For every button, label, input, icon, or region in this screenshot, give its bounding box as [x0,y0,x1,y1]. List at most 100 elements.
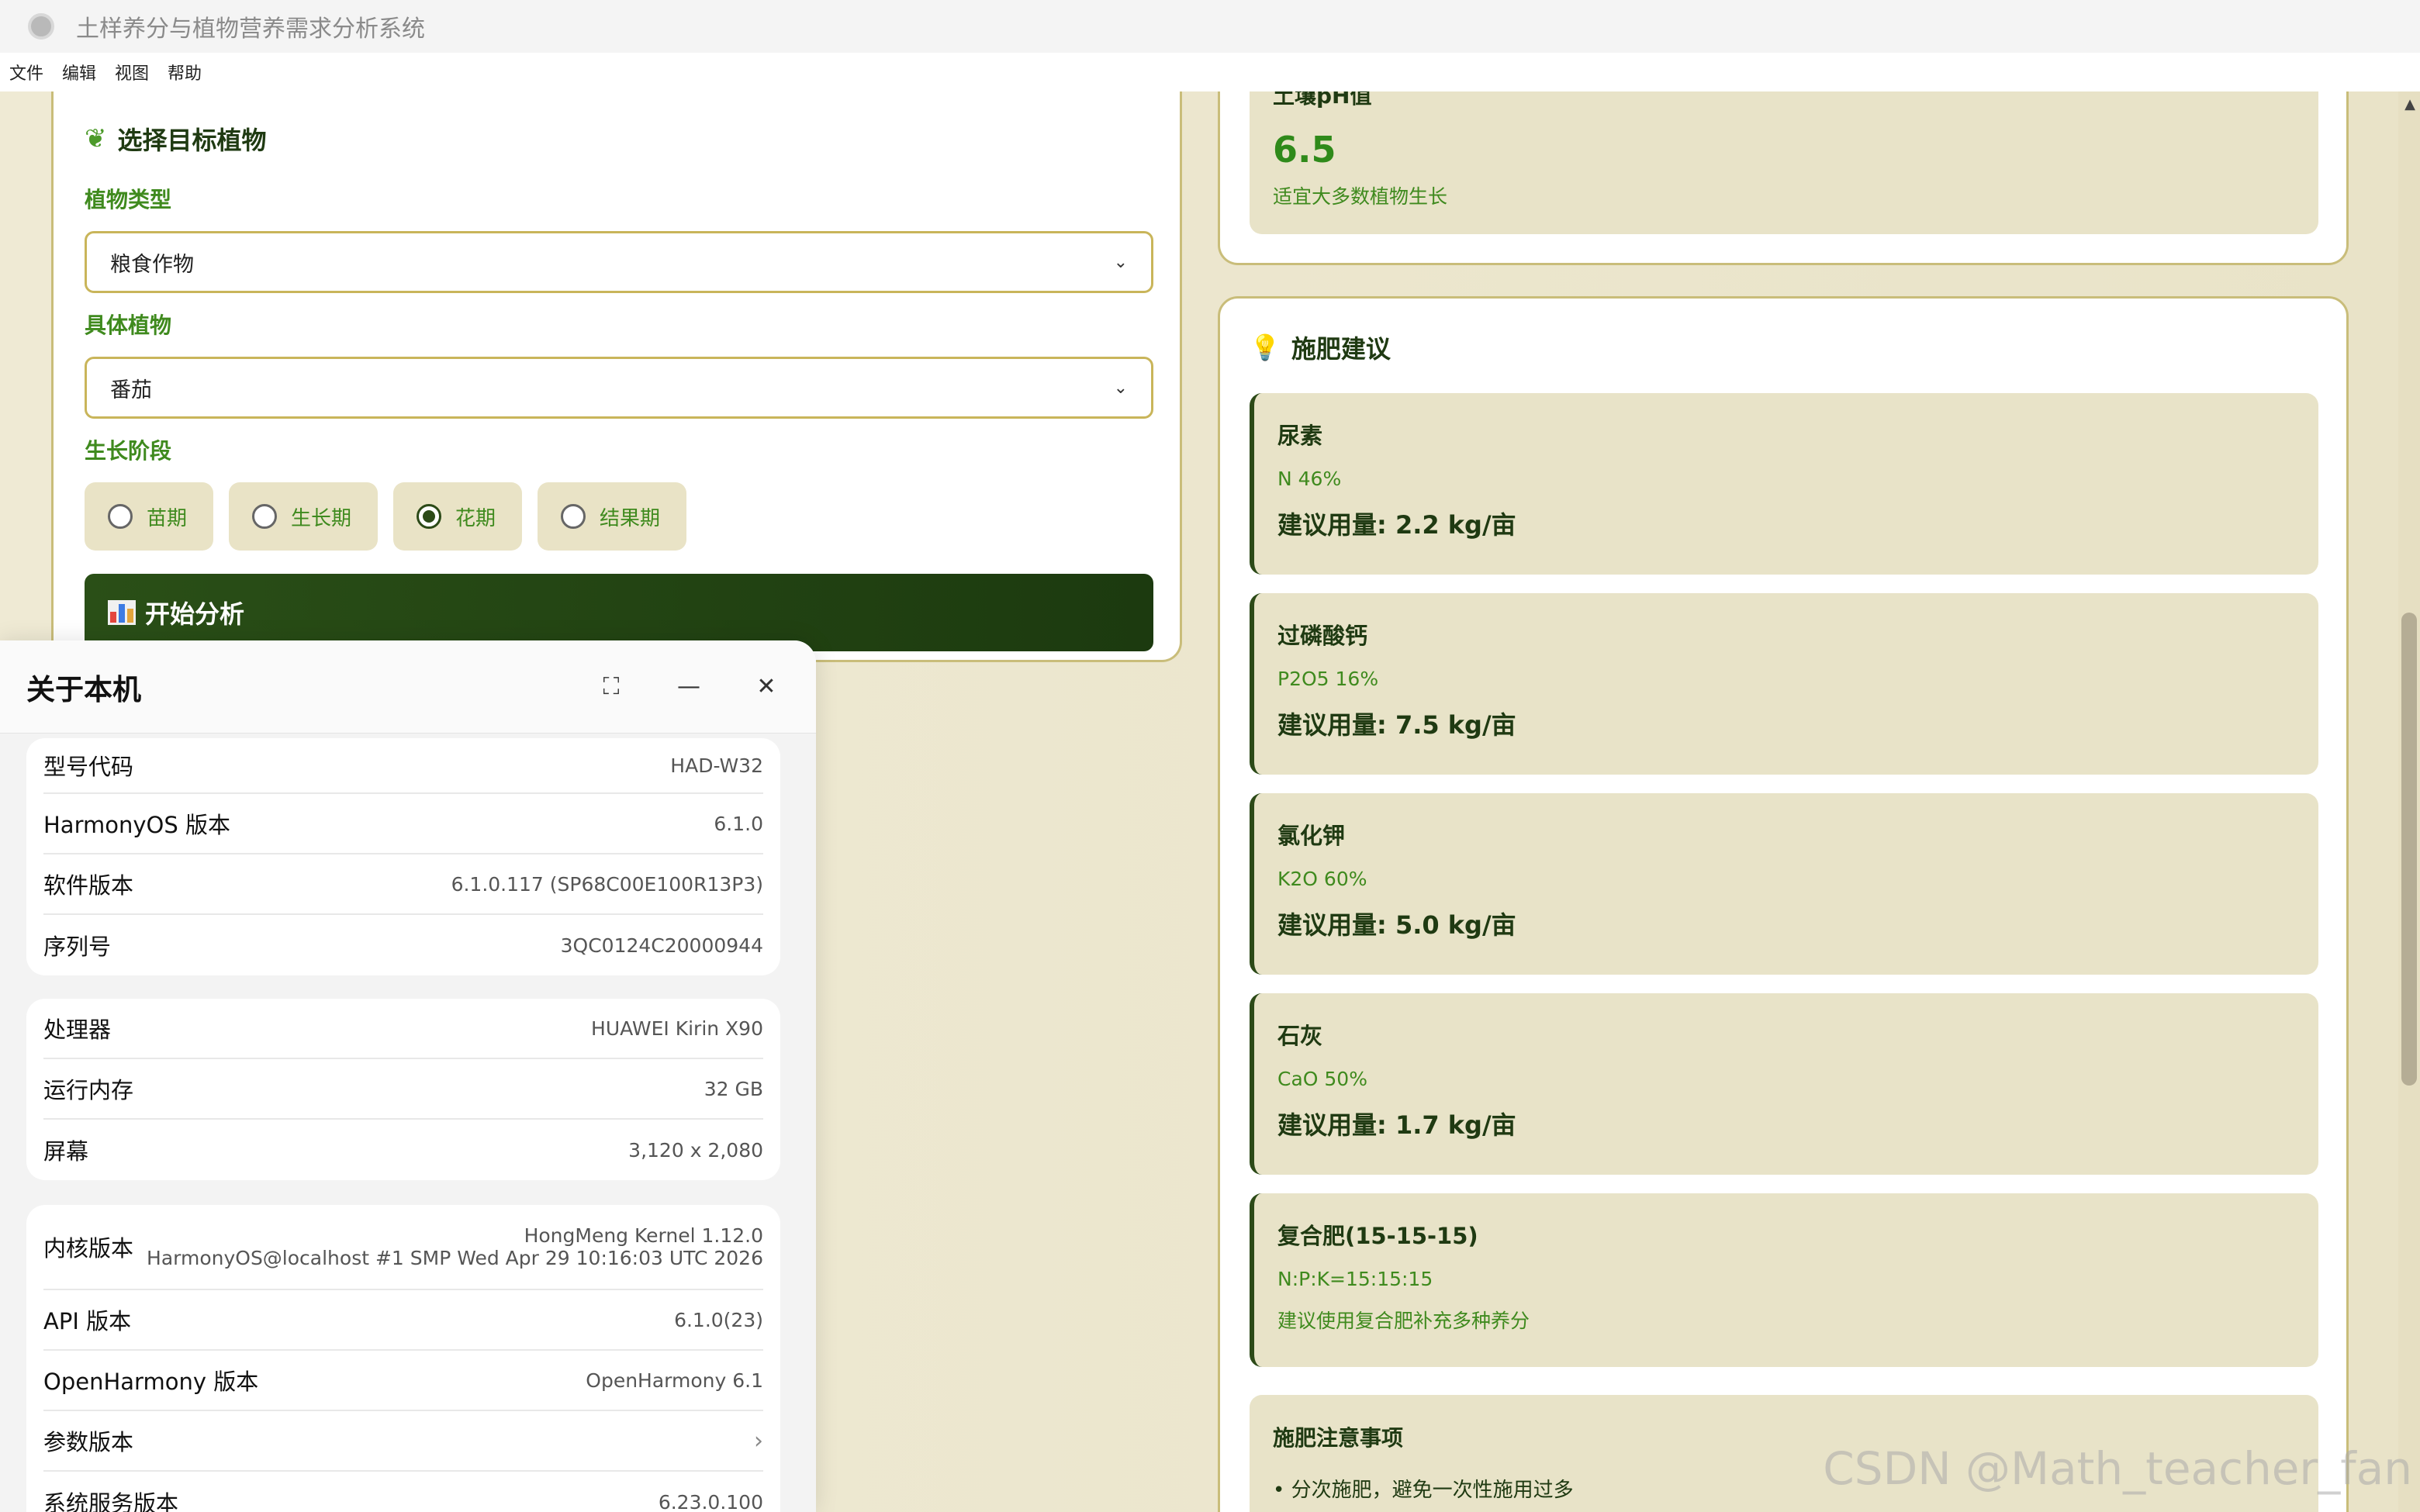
info-label: 内核版本 [43,1235,134,1262]
device-info-group-1: 型号代码 HAD-W32 HarmonyOS 版本 6.1.0 软件版本 6.1… [26,738,780,975]
kernel-version-line-1: HongMeng Kernel 1.12.0 [524,1224,763,1247]
info-row-openharmony-version: OpenHarmony 版本 OpenHarmony 6.1 [43,1351,763,1411]
fertilizer-amount: 建议用量: 7.5 kg/亩 [1277,710,1516,740]
about-dialog-title: 关于本机 [26,672,141,706]
menu-bar: 文件 编辑 视图 帮助 [0,53,2420,91]
menu-file[interactable]: 文件 [9,60,43,85]
info-label: HarmonyOS 版本 [43,812,230,838]
growth-stage-radio-group: 苗期 生长期 花期 结果期 [85,482,1149,551]
plant-selection-title: ❦ 选择目标植物 [85,121,1149,157]
start-analysis-button[interactable]: 开始分析 [85,574,1153,651]
stage-radio-flowering[interactable]: 花期 [393,482,523,551]
info-label: 参数版本 [43,1429,134,1455]
plant-selection-card: ❦ 选择目标植物 植物类型 粮食作物 ⌄ 具体植物 番茄 ⌄ 生长阶段 苗期 生… [51,91,1182,662]
fertilizer-item-urea: 尿素 N 46% 建议用量: 2.2 kg/亩 [1250,393,2318,575]
info-value: 6.1.0 [714,812,763,835]
stage-label: 苗期 [147,506,188,530]
info-label: OpenHarmony 版本 [43,1369,259,1395]
leaf-icon: ❦ [85,123,107,154]
info-value: 6.23.0.100 [658,1490,763,1512]
fertilizer-amount: 建议用量: 5.0 kg/亩 [1277,910,1516,940]
info-label: 处理器 [43,1017,112,1043]
chevron-down-icon: ⌄ [1113,378,1128,398]
fertilizer-advice-title-text: 施肥建议 [1291,334,1391,364]
soil-ph-description: 适宜大多数植物生长 [1273,185,1448,208]
radio-circle [561,504,586,529]
info-row-processor: 处理器 HUAWEI Kirin X90 [43,999,763,1059]
fertilizer-advice-card: 💡 施肥建议 尿素 N 46% 建议用量: 2.2 kg/亩 过磷酸钙 P2O5… [1218,296,2349,1512]
stage-label: 结果期 [600,506,661,530]
fertilizer-content: K2O 60% [1277,868,1367,890]
stage-radio-growth[interactable]: 生长期 [229,482,379,551]
plant-type-select[interactable]: 粮食作物 ⌄ [85,231,1153,293]
stage-radio-fruiting[interactable]: 结果期 [538,482,687,551]
info-label: 型号代码 [43,754,134,780]
info-row-screen: 屏幕 3,120 x 2,080 [43,1120,763,1180]
soil-ph-card: 土壤pH值 6.5 适宜大多数植物生长 [1218,91,2349,265]
info-row-harmonyos-version: HarmonyOS 版本 6.1.0 [43,794,763,854]
plant-type-value: 粮食作物 [110,252,194,277]
info-row-software-version: 软件版本 6.1.0.117 (SP68C00E100R13P3) [43,854,763,915]
info-row-kernel-version: 内核版本 HongMeng Kernel 1.12.0 HarmonyOS@lo… [43,1205,763,1290]
info-row-api-version: API 版本 6.1.0(23) [43,1290,763,1351]
menu-edit[interactable]: 编辑 [62,60,96,85]
bar-chart-icon [108,600,136,625]
device-info-group-2: 处理器 HUAWEI Kirin X90 运行内存 32 GB 屏幕 3,120… [26,999,780,1180]
info-value: HongMeng Kernel 1.12.0 HarmonyOS@localho… [147,1224,763,1269]
soil-ph-value: 6.5 [1273,129,1336,171]
info-row-serial-number: 序列号 3QC0124C20000944 [43,915,763,975]
info-row-memory: 运行内存 32 GB [43,1059,763,1120]
fertilizer-name: 复合肥(15-15-15) [1277,1223,1478,1249]
fertilizer-item-compound: 复合肥(15-15-15) N:P:K=15:15:15 建议使用复合肥补充多种… [1250,1193,2318,1367]
info-value: HAD-W32 [670,754,763,777]
info-row-system-service-version: 系统服务版本 6.23.0.100 [43,1472,763,1512]
fertilizer-item-superphosphate: 过磷酸钙 P2O5 16% 建议用量: 7.5 kg/亩 [1250,593,2318,775]
fertilizer-amount: 建议用量: 1.7 kg/亩 [1277,1110,1516,1140]
scroll-up-arrow-icon[interactable]: ▲ [2404,96,2415,112]
radio-circle [252,504,278,529]
chevron-right-icon: › [754,1427,763,1455]
fertilizer-content: CaO 50% [1277,1068,1367,1090]
info-value: 32 GB [704,1077,763,1100]
app-icon [28,13,54,40]
title-bar: 土样养分与植物营养需求分析系统 [0,0,2420,53]
stage-label: 花期 [455,506,496,530]
window-title: 土样养分与植物营养需求分析系统 [76,16,425,43]
minimize-icon[interactable]: — [666,664,712,710]
fertilizer-name: 氯化钾 [1277,823,1346,849]
info-label: 软件版本 [43,872,134,899]
info-row-parameter-version[interactable]: 参数版本 › [43,1411,763,1472]
about-dialog-header: 关于本机 ⛶ — ✕ [0,640,816,734]
menu-view[interactable]: 视图 [115,60,149,85]
fertilizer-content: P2O5 16% [1277,668,1379,690]
watermark: CSDN @Math_teacher_fan [1823,1442,2412,1495]
menu-help[interactable]: 帮助 [168,60,202,85]
info-value: 3,120 x 2,080 [628,1138,763,1162]
light-bulb-icon: 💡 [1250,333,1281,362]
start-analysis-label: 开始分析 [145,599,245,629]
info-value: 6.1.0(23) [674,1308,763,1331]
plant-value: 番茄 [110,378,152,402]
fertilizer-advice-title: 💡 施肥建议 [1250,330,2317,365]
fertilizer-amount: 建议用量: 2.2 kg/亩 [1277,510,1516,540]
scrollbar-thumb[interactable] [2401,613,2417,1086]
info-label: API 版本 [43,1308,132,1334]
device-info-group-3: 内核版本 HongMeng Kernel 1.12.0 HarmonyOS@lo… [26,1205,780,1512]
growth-stage-label: 生长阶段 [85,438,172,464]
fertilizer-name: 尿素 [1277,423,1323,449]
info-value: OpenHarmony 6.1 [586,1369,763,1392]
soil-ph-panel: 土壤pH值 6.5 适宜大多数植物生长 [1250,91,2318,234]
maximize-icon[interactable]: ⛶ [588,664,634,710]
fertilizer-name: 过磷酸钙 [1277,623,1368,649]
stage-radio-seedling[interactable]: 苗期 [85,482,214,551]
info-row-model: 型号代码 HAD-W32 [43,738,763,794]
plant-selection-title-text: 选择目标植物 [117,126,267,155]
fertilizer-note: 建议使用复合肥补充多种养分 [1277,1310,1530,1332]
fertilizer-item-potassium-chloride: 氯化钾 K2O 60% 建议用量: 5.0 kg/亩 [1250,793,2318,975]
info-value: HUAWEI Kirin X90 [591,1017,763,1040]
plant-select[interactable]: 番茄 ⌄ [85,357,1153,419]
radio-circle-checked [417,504,442,529]
info-label: 屏幕 [43,1138,89,1165]
close-icon[interactable]: ✕ [743,664,790,710]
radio-circle [108,504,133,529]
